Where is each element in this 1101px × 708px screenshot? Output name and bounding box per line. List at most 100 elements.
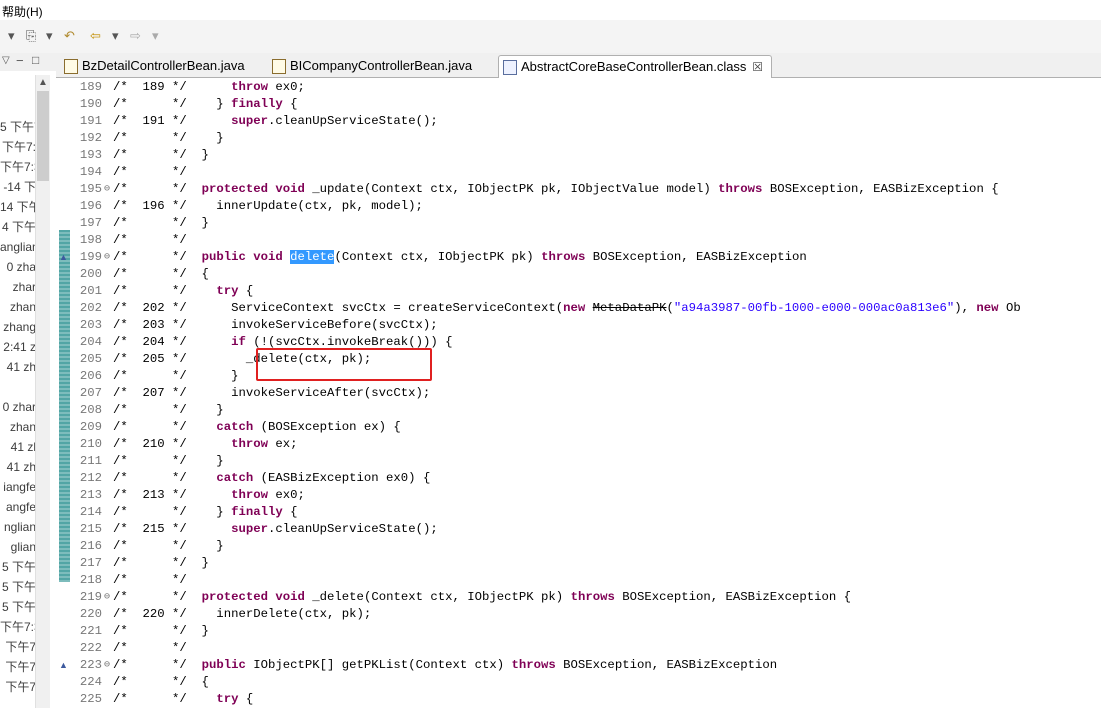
code-text: /* */ } xyxy=(113,216,209,230)
history-item[interactable]: 14 下午 xyxy=(0,197,36,217)
code-text: /* */ xyxy=(113,233,187,247)
line-number: 202 xyxy=(79,301,102,315)
history-item[interactable]: iangfe xyxy=(0,477,36,497)
code-editor[interactable]: ▲ ▲ 189 /* 189 */ throw ex0; 190 /* */ } fi… xyxy=(56,78,1101,708)
history-item[interactable]: 5 下午 xyxy=(0,557,36,577)
history-item[interactable]: 41 zl xyxy=(0,437,36,457)
history-item[interactable]: nglian xyxy=(0,517,36,537)
collapse-icon[interactable]: ⊖ xyxy=(104,657,110,674)
code-text: /* */ } finally { xyxy=(113,97,298,111)
panel-header: ▽ − □ xyxy=(0,53,56,71)
code-text: /* 203 */ invokeServiceBefore(svcCtx); xyxy=(113,318,438,332)
override-marker-icon: ▲ xyxy=(59,252,68,262)
line-number: 218 xyxy=(79,573,102,587)
history-item[interactable]: zhang xyxy=(0,317,36,337)
history-item[interactable]: 0 zha xyxy=(0,257,36,277)
code-text: /* 196 */ innerUpdate(ctx, pk, model); xyxy=(113,199,423,213)
line-number: 225 xyxy=(79,692,102,706)
code-text: /* */ } xyxy=(113,131,224,145)
back-icon[interactable]: ⇦ xyxy=(90,28,101,44)
history-item[interactable]: 下午7 xyxy=(0,657,36,677)
forward-icon[interactable]: ⇨ xyxy=(130,28,141,44)
code-text: /* */ catch (BOSException ex) { xyxy=(113,420,401,434)
history-item[interactable]: anglian xyxy=(0,237,36,257)
line-number: 208 xyxy=(79,403,102,417)
history-item[interactable]: 5 下午7 xyxy=(0,117,36,137)
line-number: 222 xyxy=(79,641,102,655)
history-item[interactable]: 下午7: xyxy=(0,137,36,157)
history-item[interactable] xyxy=(0,377,36,397)
history-item[interactable]: 41 zh xyxy=(0,457,36,477)
tab-bicompanycontrollerbean[interactable]: BICompanyControllerBean.java xyxy=(268,55,472,77)
code-text: /* */ } xyxy=(113,454,224,468)
history-item[interactable]: 0 zhar xyxy=(0,397,36,417)
java-file-icon xyxy=(64,59,78,74)
package-explorer-panel: ▽ − □ 5 下午7下午7:下午7:3-14 下14 下午4 下午anglia… xyxy=(0,53,57,708)
line-number: 219 xyxy=(79,590,102,604)
code-text: /* 207 */ invokeServiceAfter(svcCtx); xyxy=(113,386,431,400)
history-item[interactable]: 4 下午 xyxy=(0,217,36,237)
line-number: 196 xyxy=(79,199,102,213)
minimize-icon[interactable]: − xyxy=(16,53,24,68)
history-item[interactable]: glian xyxy=(0,537,36,557)
collapse-icon[interactable]: ⊖ xyxy=(104,181,110,198)
toolbar: ▾ ⎘ ▾ ↶ ⇦ ▾ ⇨ ▾ xyxy=(0,20,1101,53)
code-text: /* 191 */ super.cleanUpServiceState(); xyxy=(113,114,438,128)
override-marker-icon: ▲ xyxy=(59,660,68,670)
line-number: 197 xyxy=(79,216,102,230)
code-text: /* */ xyxy=(113,641,187,655)
dropdown-arrow-icon[interactable]: ▾ xyxy=(112,28,119,44)
dropdown-arrow-icon[interactable]: ▾ xyxy=(8,28,15,44)
scroll-thumb[interactable] xyxy=(37,91,49,181)
code-text: /* */ } xyxy=(113,624,209,638)
menu-help[interactable]: 帮助(H) xyxy=(2,3,43,20)
line-number: 207 xyxy=(79,386,102,400)
maximize-icon[interactable]: □ xyxy=(32,53,39,67)
history-item[interactable]: 5 下午 xyxy=(0,597,36,617)
class-file-icon xyxy=(503,60,517,75)
code-text: /* 202 */ ServiceContext svcCtx = create… xyxy=(113,301,1021,315)
annotation-highlight-box xyxy=(256,348,432,381)
last-edit-location-icon[interactable]: ↶ xyxy=(64,28,75,44)
history-item[interactable]: 下午7 xyxy=(0,637,36,657)
code-text: /* */ } xyxy=(113,556,209,570)
line-number: 195 xyxy=(79,182,102,196)
vertical-scrollbar[interactable]: ▲ xyxy=(35,75,50,708)
history-item[interactable]: 下午7:3 xyxy=(0,617,36,637)
line-number: 203 xyxy=(79,318,102,332)
line-number: 217 xyxy=(79,556,102,570)
history-item[interactable]: 2:41 z xyxy=(0,337,36,357)
scroll-up-icon[interactable]: ▲ xyxy=(36,77,50,88)
code-text: /* */ protected void _delete(Context ctx… xyxy=(113,590,851,604)
line-number: 221 xyxy=(79,624,102,638)
navigate-icon[interactable]: ⎘ xyxy=(26,28,36,44)
line-number: 194 xyxy=(79,165,102,179)
close-icon[interactable]: ☒ xyxy=(752,56,763,78)
history-item[interactable]: 下午7:3 xyxy=(0,157,36,177)
history-item[interactable]: 5 下午 xyxy=(0,577,36,597)
history-item[interactable]: angfe xyxy=(0,497,36,517)
collapse-icon[interactable]: ⊖ xyxy=(104,589,110,606)
view-menu-icon[interactable]: ▽ xyxy=(2,55,10,66)
line-number: 192 xyxy=(79,131,102,145)
change-marker-bar xyxy=(59,230,70,582)
tab-abstractcorebasecontrollerbean[interactable]: AbstractCoreBaseControllerBean.class ☒ xyxy=(498,55,772,78)
history-item[interactable]: 41 zh xyxy=(0,357,36,377)
dropdown-arrow-icon[interactable]: ▾ xyxy=(152,28,159,44)
line-number: 198 xyxy=(79,233,102,247)
dropdown-arrow-icon[interactable]: ▾ xyxy=(46,28,53,44)
history-item[interactable]: zhan xyxy=(0,417,36,437)
history-item[interactable]: zhar xyxy=(0,277,36,297)
line-number: 204 xyxy=(79,335,102,349)
line-number: 200 xyxy=(79,267,102,281)
line-number: 220 xyxy=(79,607,102,621)
history-item[interactable]: 下午7 xyxy=(0,677,36,697)
collapse-icon[interactable]: ⊖ xyxy=(104,249,110,266)
history-item[interactable]: -14 下 xyxy=(0,177,36,197)
tab-bzdetailcontrollerbean[interactable]: BzDetailControllerBean.java xyxy=(60,55,245,77)
code-text: /* */ xyxy=(113,165,187,179)
history-item[interactable]: zhan xyxy=(0,297,36,317)
line-number: 190 xyxy=(79,97,102,111)
code-text: /* */ public void delete(Context ctx, IO… xyxy=(113,250,807,264)
editor-tabbar: BzDetailControllerBean.java BICompanyCon… xyxy=(56,53,1101,78)
